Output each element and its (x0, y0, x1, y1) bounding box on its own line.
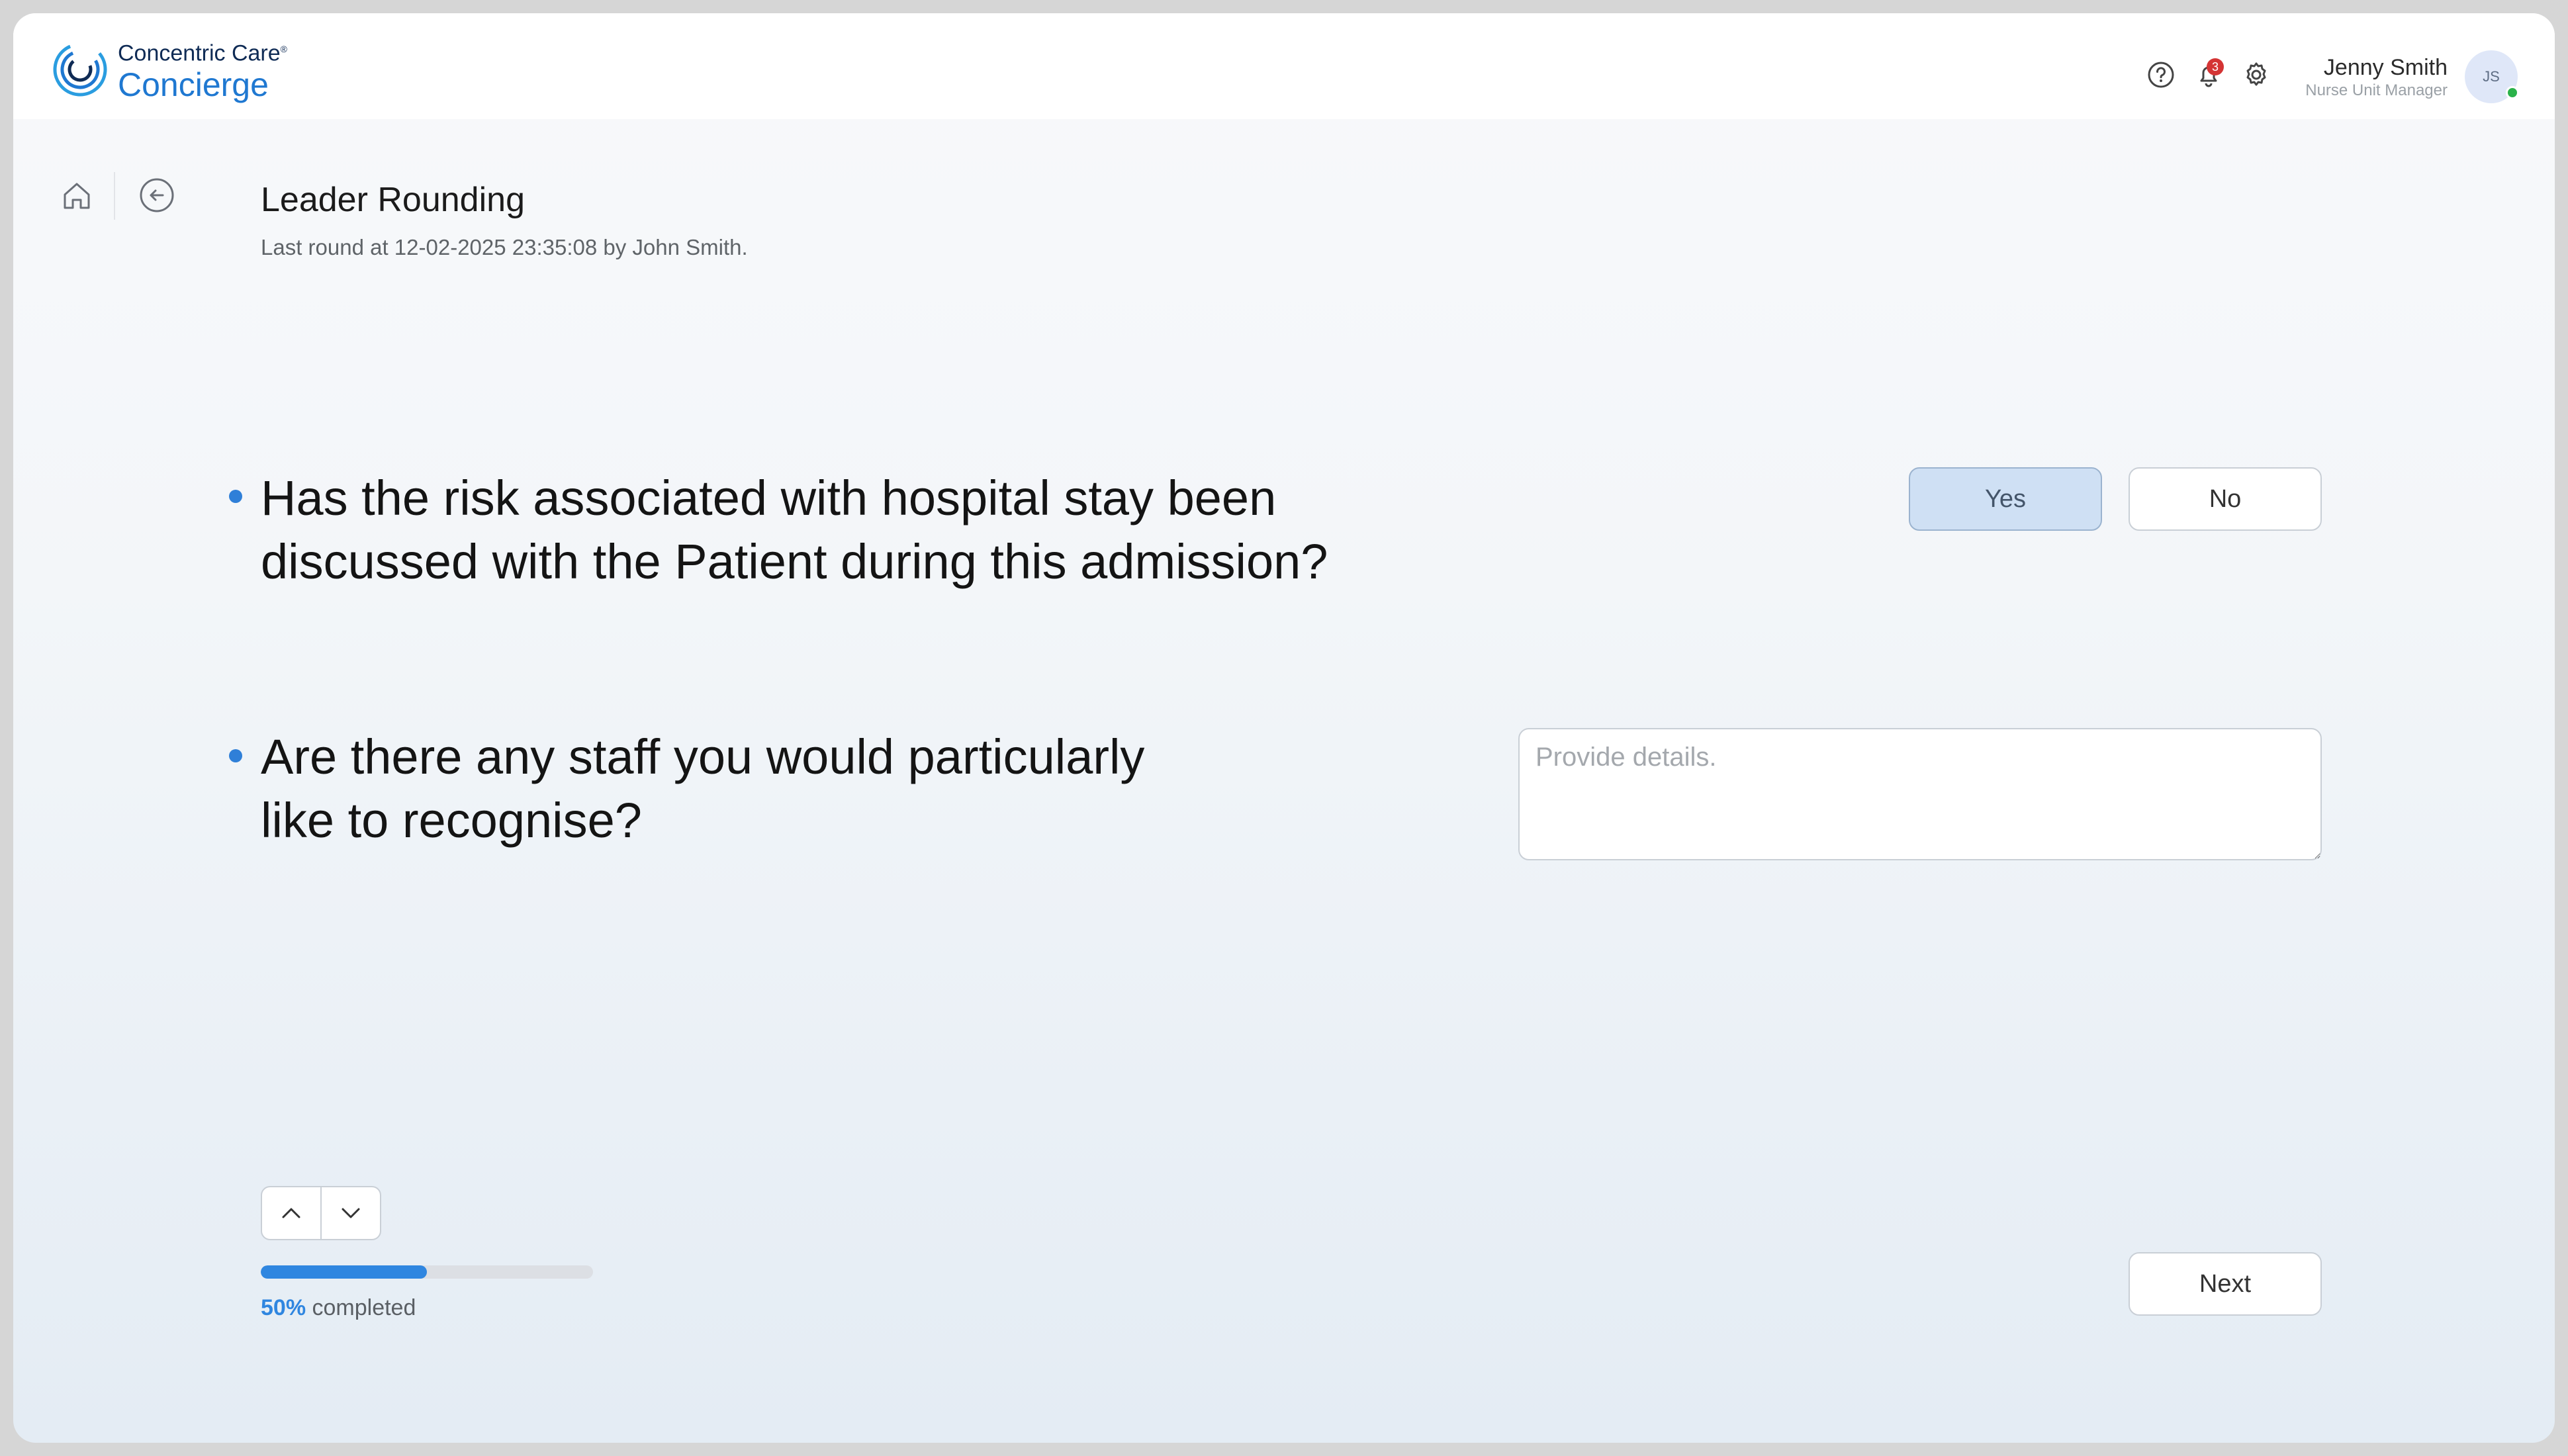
user-info[interactable]: Jenny Smith Nurse Unit Manager (2305, 54, 2448, 101)
progress-label: 50% completed (261, 1295, 416, 1321)
last-round-info: Last round at 12-02-2025 23:35:08 by Joh… (261, 235, 748, 259)
details-textarea[interactable] (1518, 728, 2322, 860)
question-risk-discussion: Has the risk associated with hospital st… (261, 467, 1452, 594)
next-question-button[interactable] (320, 1187, 380, 1239)
previous-question-button[interactable] (262, 1187, 320, 1239)
question-navigator (261, 1186, 381, 1240)
question-line: Are there any staff you would particular… (261, 729, 1145, 784)
brand-line2: Concierge (118, 66, 269, 104)
brand-line1: Concentric Care® (118, 40, 287, 66)
user-name: Jenny Smith (2323, 55, 2448, 80)
top-header: Concentric Care® Concierge 3 Jenny Smith… (13, 13, 2555, 119)
breadcrumb-divider (114, 172, 115, 220)
avatar-initials: JS (2483, 68, 2500, 85)
app-window: Concentric Care® Concierge 3 Jenny Smith… (13, 13, 2555, 1443)
yes-button[interactable]: Yes (1909, 467, 2102, 531)
back-arrow-icon[interactable] (136, 175, 177, 216)
no-button[interactable]: No (2129, 467, 2322, 531)
question-line: Has the risk associated with hospital st… (261, 471, 1277, 525)
chevron-down-icon (342, 1208, 360, 1218)
brand-name: Concentric Care® Concierge (118, 36, 287, 103)
concentric-logo-icon (53, 42, 107, 97)
user-role: Nurse Unit Manager (2305, 81, 2448, 99)
next-button[interactable]: Next (2129, 1252, 2322, 1316)
progress-suffix: completed (306, 1295, 416, 1320)
header-actions: 3 (2144, 58, 2287, 91)
question-bullet (229, 490, 242, 503)
brand-logo[interactable]: Concentric Care® Concierge (50, 36, 287, 103)
page-title: Leader Rounding (261, 181, 525, 219)
question-line: discussed with the Patient during this a… (261, 534, 1328, 589)
gear-icon[interactable] (2240, 58, 2273, 91)
question-bullet (229, 749, 242, 762)
question-staff-recognition: Are there any staff you would particular… (261, 725, 1320, 852)
progress-percent: 50% (261, 1295, 306, 1320)
chevron-up-icon (282, 1208, 300, 1218)
help-icon[interactable] (2144, 58, 2178, 91)
progress-bar-fill (261, 1265, 427, 1279)
online-status-dot (2506, 86, 2519, 99)
question-line: like to recognise? (261, 793, 642, 848)
bell-icon[interactable]: 3 (2192, 58, 2225, 91)
avatar[interactable]: JS (2465, 50, 2519, 103)
home-icon[interactable] (58, 177, 95, 214)
notification-badge: 3 (2207, 58, 2224, 75)
progress-bar (261, 1265, 593, 1279)
